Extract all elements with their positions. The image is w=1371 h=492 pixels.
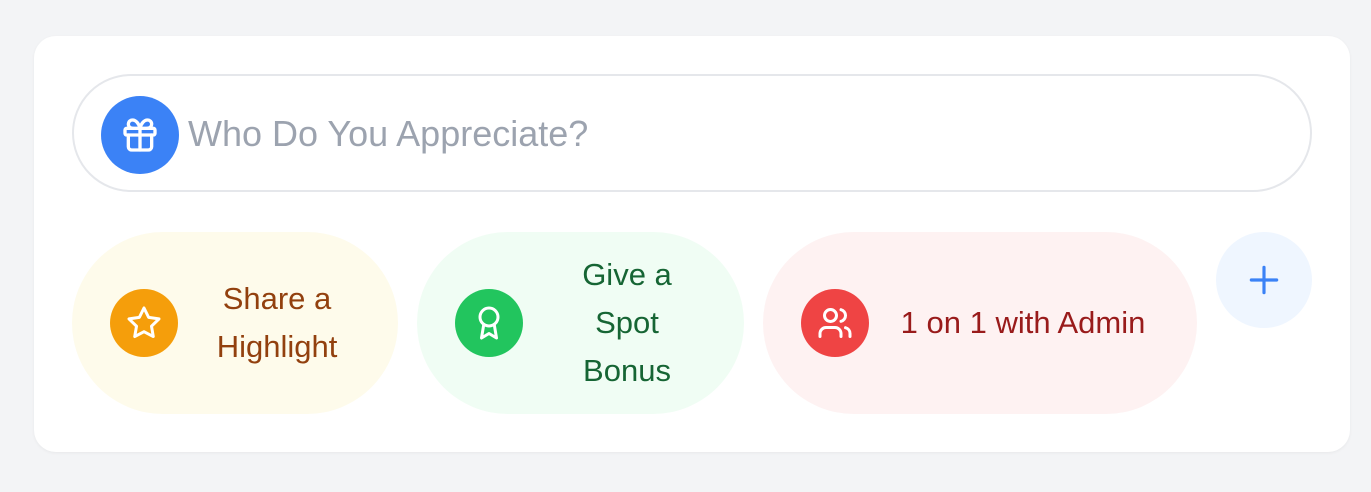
share-highlight-label: Share a Highlight: [216, 281, 338, 364]
star-icon: [110, 289, 178, 357]
appreciation-search-input[interactable]: [188, 102, 1278, 166]
one-on-one-admin-button[interactable]: 1 on 1 with Admin: [763, 232, 1197, 414]
users-icon: [801, 289, 869, 357]
spot-bonus-label: Give a Spot Bonus: [582, 257, 672, 388]
gift-icon: [101, 96, 179, 174]
appreciation-search-bar[interactable]: [72, 74, 1312, 192]
spot-bonus-button[interactable]: Give a Spot Bonus: [417, 232, 744, 414]
appreciation-card: Share a Highlight Give a Spot Bonus 1 on…: [34, 36, 1350, 452]
plus-icon: [1245, 261, 1283, 299]
one-on-one-admin-label: 1 on 1 with Admin: [900, 305, 1146, 340]
award-icon: [455, 289, 523, 357]
add-action-button[interactable]: [1216, 232, 1312, 328]
share-highlight-button[interactable]: Share a Highlight: [72, 232, 398, 414]
